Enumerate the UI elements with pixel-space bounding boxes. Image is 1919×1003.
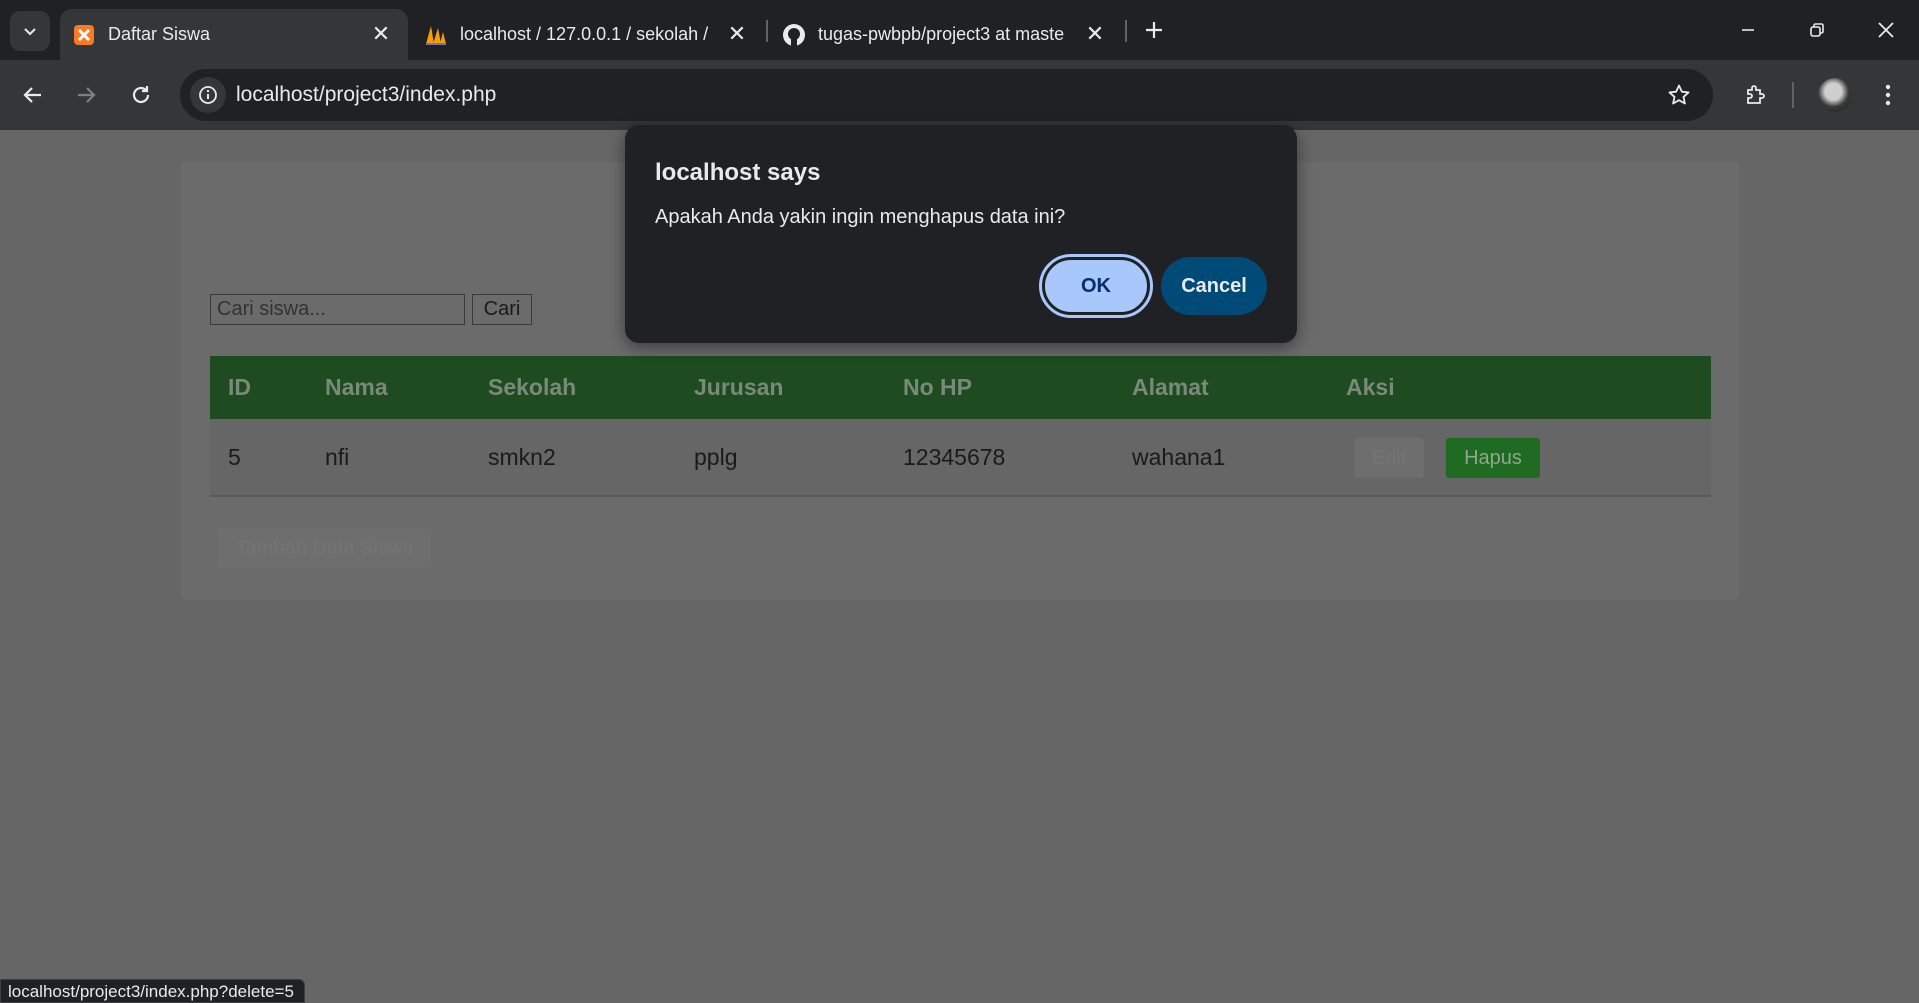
tab-separator: [1125, 20, 1127, 42]
close-icon[interactable]: ✕: [724, 21, 750, 47]
cell-alamat: wahana1: [1132, 443, 1226, 470]
cell-id: 5: [228, 443, 241, 470]
table-header-row: ID Nama Sekolah Jurusan No HP Alamat Aks…: [210, 356, 1711, 419]
students-table: ID Nama Sekolah Jurusan No HP Alamat Aks…: [210, 356, 1711, 497]
arrow-left-icon: [23, 87, 41, 103]
delete-button[interactable]: Hapus: [1446, 438, 1540, 478]
search-button[interactable]: Cari: [472, 294, 532, 325]
forward-button[interactable]: [68, 77, 104, 113]
tab-daftar-siswa[interactable]: Daftar Siswa ✕: [60, 9, 408, 60]
profile-avatar[interactable]: [1818, 78, 1852, 112]
tab-title: localhost / 127.0.0.1 / sekolah /: [460, 24, 709, 44]
header-alamat: Alamat: [1132, 374, 1209, 400]
reload-icon: [132, 86, 150, 104]
cell-sekolah: smkn2: [488, 443, 556, 470]
tab-strip: Daftar Siswa ✕ localhost / 127.0.0.1 / s…: [0, 0, 1919, 60]
github-icon: [782, 23, 806, 47]
search-input[interactable]: [210, 294, 465, 325]
xampp-icon: [72, 23, 96, 47]
header-jurusan: Jurusan: [694, 374, 784, 400]
dialog-title: localhost says: [655, 159, 821, 186]
extensions-button[interactable]: [1737, 77, 1773, 113]
tab-github[interactable]: tugas-pwbpb/project3 at maste ✕: [770, 9, 1122, 60]
cancel-button[interactable]: Cancel: [1161, 257, 1267, 315]
confirm-dialog: localhost says Apakah Anda yakin ingin m…: [625, 125, 1297, 343]
chevron-down-icon: [24, 28, 36, 36]
add-student-button[interactable]: Tambah Data Siswa: [218, 528, 431, 568]
cell-nama: nfi: [325, 443, 350, 470]
minimize-icon: [1742, 29, 1754, 31]
close-icon[interactable]: ✕: [1082, 21, 1108, 47]
site-info-icon[interactable]: [190, 77, 226, 113]
close-icon[interactable]: ✕: [368, 21, 394, 47]
new-tab-button[interactable]: [1138, 14, 1170, 46]
menu-button[interactable]: [1870, 77, 1906, 113]
status-url-bubble: localhost/project3/index.php?delete=5: [0, 979, 305, 1003]
restore-button[interactable]: [1793, 8, 1841, 52]
arrow-right-icon: [78, 87, 96, 103]
header-id: ID: [228, 374, 251, 400]
edit-button[interactable]: Edit: [1354, 438, 1424, 478]
cell-jurusan: pplg: [694, 443, 738, 470]
back-button[interactable]: [15, 77, 51, 113]
more-vert-icon: [1885, 84, 1891, 106]
plus-icon: [1146, 22, 1162, 38]
tab-phpmyadmin[interactable]: localhost / 127.0.0.1 / sekolah / ✕: [412, 9, 764, 60]
header-sekolah: Sekolah: [488, 374, 577, 400]
close-icon: [1878, 22, 1894, 38]
header-no-hp: No HP: [903, 374, 972, 400]
tab-title: tugas-pwbpb/project3 at maste: [818, 24, 1065, 44]
dialog-message: Apakah Anda yakin ingin menghapus data i…: [655, 206, 1066, 228]
bookmark-star-icon[interactable]: [1665, 81, 1693, 109]
minimize-button[interactable]: [1724, 8, 1772, 52]
tab-search-button[interactable]: [10, 11, 50, 51]
window-close-button[interactable]: [1862, 8, 1910, 52]
header-nama: Nama: [325, 374, 388, 400]
puzzle-icon: [1747, 85, 1765, 104]
address-bar[interactable]: localhost/project3/index.php: [180, 69, 1713, 121]
tab-title: Daftar Siswa: [108, 24, 211, 44]
reload-button[interactable]: [123, 77, 159, 113]
tab-separator: [766, 20, 768, 42]
phpmyadmin-icon: [424, 23, 448, 47]
restore-icon: [1810, 23, 1824, 37]
ok-button[interactable]: OK: [1039, 254, 1153, 318]
url-text: localhost/project3/index.php: [236, 83, 497, 106]
cell-no-hp: 12345678: [903, 443, 1006, 470]
toolbar-divider: [1792, 82, 1794, 108]
header-aksi: Aksi: [1346, 374, 1395, 400]
browser-toolbar: localhost/project3/index.php: [0, 60, 1919, 130]
